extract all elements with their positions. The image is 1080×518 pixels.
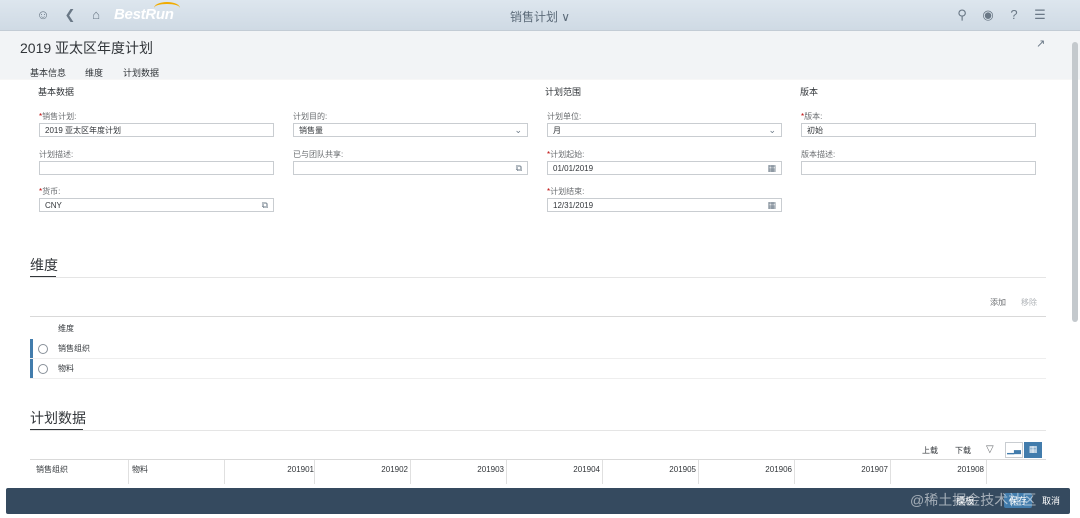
plan-data-title: 计划数据	[30, 410, 86, 426]
plan-description-input[interactable]	[39, 161, 274, 175]
plan-start-datepicker[interactable]: 01/01/2019 ▦	[547, 161, 782, 175]
plan-unit-label: 计划单位:	[547, 112, 582, 121]
version-input[interactable]: 初始	[801, 123, 1036, 137]
column-header: 201905	[603, 460, 699, 484]
value-help-icon[interactable]: ⧉	[262, 199, 268, 212]
divider	[30, 430, 1046, 431]
section-version: 版本	[800, 87, 819, 97]
page-title: 2019 亚太区年度计划	[20, 40, 154, 56]
table-top-border	[30, 316, 1046, 317]
currency-input[interactable]: CNY ⧉	[39, 198, 274, 212]
tab-dimensions[interactable]: 维度	[85, 66, 103, 79]
page-scrollbar[interactable]	[1072, 42, 1078, 322]
chevron-down-icon[interactable]: ⌄	[514, 124, 522, 137]
tab-plan-data[interactable]: 计划数据	[123, 66, 159, 79]
calendar-icon[interactable]: ▦	[767, 162, 776, 175]
column-header: 销售组织	[30, 460, 129, 484]
calendar-icon[interactable]: ▦	[767, 199, 776, 212]
row-radio[interactable]	[38, 344, 48, 354]
column-header: 201902	[315, 460, 411, 484]
column-header: 201904	[507, 460, 603, 484]
share-icon[interactable]: ↗	[1036, 37, 1050, 51]
sales-plan-input[interactable]: 2019 亚太区年度计划	[39, 123, 274, 137]
section-basic-data: 基本数据	[38, 87, 75, 97]
plan-start-label: *计划起始:	[547, 150, 585, 159]
column-header: 201908	[891, 460, 987, 484]
watermark-text: @稀土掘金技术社区	[910, 492, 1037, 508]
filter-icon[interactable]: ▽	[986, 444, 994, 455]
row-highlight	[30, 339, 33, 358]
row-radio[interactable]	[38, 364, 48, 374]
dimensions-title: 维度	[30, 257, 58, 273]
chevron-down-icon[interactable]: ⌄	[768, 124, 776, 137]
chart-view-icon[interactable]: ▁▃	[1005, 442, 1023, 458]
column-header: 201907	[795, 460, 891, 484]
copilot-icon[interactable]: ◉	[980, 7, 996, 23]
shell-bar: ☺ ❮ ⌂ BestRun 销售计划 ∨ ⚲ ◉ ? ☰	[0, 0, 1080, 31]
app-title-menu[interactable]: 销售计划 ∨	[0, 8, 1080, 25]
dimension-name: 物料	[58, 364, 74, 373]
shared-with-team-input[interactable]: ⧉	[293, 161, 528, 175]
upload-button[interactable]: 上载	[922, 445, 938, 456]
table-row[interactable]: 物料	[30, 359, 1046, 379]
plan-data-table: 销售组织 物料 201901 201902 201903 201904 2019…	[30, 459, 1046, 486]
add-dimension-button[interactable]: 添加	[990, 297, 1006, 308]
table-view-icon[interactable]: ▦	[1024, 442, 1042, 458]
cancel-button[interactable]: 取消	[1042, 494, 1060, 507]
sales-plan-label: *销售计划:	[39, 112, 77, 121]
value-help-icon[interactable]: ⧉	[516, 162, 522, 175]
version-description-label: 版本描述:	[801, 150, 836, 159]
row-highlight	[30, 359, 33, 378]
plan-end-label: *计划结束:	[547, 187, 585, 196]
column-header: 201901	[224, 460, 315, 484]
table-row[interactable]: 销售组织	[30, 339, 1046, 359]
dimension-name: 销售组织	[58, 344, 90, 353]
object-header	[0, 31, 1080, 79]
notifications-icon[interactable]: ☰	[1032, 7, 1048, 23]
search-icon[interactable]: ⚲	[954, 7, 970, 23]
help-icon[interactable]: ?	[1006, 7, 1022, 23]
column-header: 201903	[411, 460, 507, 484]
download-button[interactable]: 下载	[955, 445, 971, 456]
plan-end-datepicker[interactable]: 12/31/2019 ▦	[547, 198, 782, 212]
version-description-input[interactable]	[801, 161, 1036, 175]
column-header: 物料	[128, 460, 225, 484]
remove-dimension-button[interactable]: 移除	[1021, 297, 1037, 308]
dimension-column-header: 维度	[58, 324, 74, 333]
section-plan-range: 计划范围	[545, 87, 582, 97]
plan-description-label: 计划描述:	[39, 150, 74, 159]
page-content	[0, 80, 1080, 518]
column-header: 201906	[699, 460, 795, 484]
shared-with-team-label: 已与团队共享:	[293, 150, 344, 159]
plan-target-select[interactable]: 销售量 ⌄	[293, 123, 528, 137]
plan-target-label: 计划目的:	[293, 112, 328, 121]
plan-unit-select[interactable]: 月 ⌄	[547, 123, 782, 137]
currency-label: *货币:	[39, 187, 61, 196]
divider	[30, 277, 1046, 278]
version-label: *版本:	[801, 112, 823, 121]
